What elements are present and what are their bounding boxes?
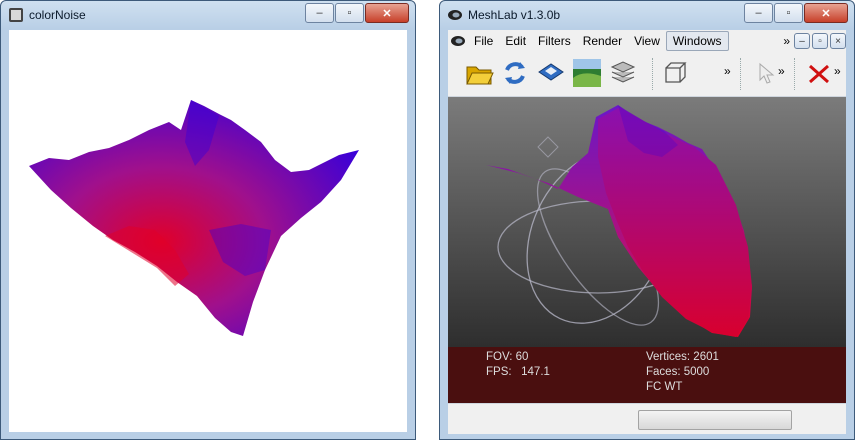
window-title: colorNoise bbox=[29, 8, 86, 22]
mdi-minimize-button[interactable]: – bbox=[794, 33, 810, 49]
delete-x-icon[interactable] bbox=[804, 58, 834, 88]
faces-label: Faces: 5000 bbox=[646, 366, 710, 378]
info-panel: FOV: 60 FPS: 147.1 Vertices: 2601 Faces:… bbox=[448, 347, 846, 403]
toolbar-overflow-chevron[interactable]: » bbox=[834, 64, 841, 78]
minimize-button[interactable]: – bbox=[305, 3, 334, 23]
document-logo-icon bbox=[451, 36, 465, 46]
axis-marker bbox=[537, 136, 559, 158]
toolbar-overflow-chevron[interactable]: » bbox=[778, 64, 785, 78]
menu-bar: File Edit Filters Render View Windows » … bbox=[448, 30, 846, 52]
menu-render[interactable]: Render bbox=[577, 32, 628, 50]
terrain-mesh bbox=[29, 100, 359, 336]
open-folder-icon[interactable] bbox=[464, 58, 494, 88]
progress-bar bbox=[638, 410, 792, 430]
toolbar-separator bbox=[794, 58, 796, 90]
close-button[interactable]: ✕ bbox=[365, 3, 409, 23]
close-button[interactable]: ✕ bbox=[804, 3, 848, 23]
menu-overflow-chevron[interactable]: » bbox=[783, 34, 790, 48]
pointer-tool-icon[interactable] bbox=[750, 58, 780, 88]
maximize-button[interactable]: ▫ bbox=[774, 3, 803, 23]
fps-label: FPS: 147.1 bbox=[486, 366, 550, 378]
maximize-button[interactable]: ▫ bbox=[335, 3, 364, 23]
3d-viewport[interactable] bbox=[448, 97, 846, 347]
menu-windows[interactable]: Windows bbox=[665, 31, 729, 51]
terrain-mesh bbox=[486, 105, 752, 337]
status-bar bbox=[448, 403, 846, 434]
toolbar-separator bbox=[652, 58, 654, 90]
app-icon bbox=[9, 8, 23, 22]
reload-icon[interactable] bbox=[500, 58, 530, 88]
snapshot-image-icon[interactable] bbox=[572, 58, 602, 88]
layers-icon[interactable] bbox=[608, 58, 638, 88]
mdi-restore-button[interactable]: ▫ bbox=[812, 33, 828, 49]
render-mode-label: FC WT bbox=[646, 381, 683, 393]
toolbar-overflow-chevron[interactable]: » bbox=[724, 64, 731, 78]
minimize-button[interactable]: – bbox=[744, 3, 773, 23]
render-canvas[interactable] bbox=[9, 30, 407, 432]
menu-file[interactable]: File bbox=[468, 32, 499, 50]
mdi-close-button[interactable]: × bbox=[830, 33, 846, 49]
meshlab-logo-icon bbox=[448, 10, 462, 20]
colornoise-window: colorNoise – ▫ ✕ bbox=[0, 0, 416, 440]
title-bar[interactable]: colorNoise – ▫ ✕ bbox=[1, 1, 415, 29]
save-disk-icon[interactable] bbox=[536, 58, 566, 88]
main-toolbar: » » » bbox=[448, 52, 846, 97]
menu-filters[interactable]: Filters bbox=[532, 32, 577, 50]
toolbar-separator bbox=[740, 58, 742, 90]
menu-edit[interactable]: Edit bbox=[499, 32, 532, 50]
window-title: MeshLab v1.3.0b bbox=[468, 8, 561, 22]
meshlab-window: MeshLab v1.3.0b – ▫ ✕ File Edit Filters … bbox=[439, 0, 855, 440]
vertices-label: Vertices: 2601 bbox=[646, 351, 719, 363]
fov-label: FOV: 60 bbox=[486, 351, 529, 363]
menu-view[interactable]: View bbox=[628, 32, 666, 50]
title-bar[interactable]: MeshLab v1.3.0b – ▫ ✕ bbox=[440, 1, 854, 29]
bounding-box-icon[interactable] bbox=[660, 58, 690, 88]
